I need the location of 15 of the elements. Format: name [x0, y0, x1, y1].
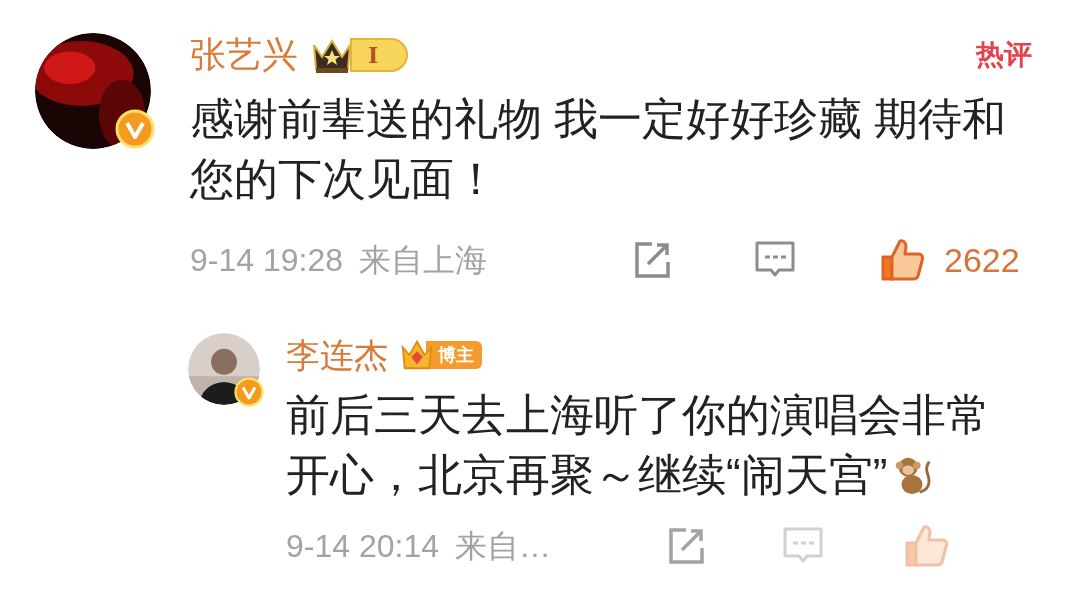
author-name[interactable]: 张艺兴 [190, 37, 298, 73]
thumbs-up-icon[interactable] [880, 237, 926, 283]
reply-text: 前后三天去上海听了你的演唱会非常开心，北京再聚～继续“闹天宫” [286, 389, 991, 501]
hot-comment-label: 热评 [974, 38, 1033, 72]
author-name[interactable]: 李连杰 [286, 338, 388, 372]
thumbs-up-icon[interactable] [904, 523, 950, 569]
like-count: 2622 [944, 239, 1020, 281]
comment-text: 感谢前辈送的礼物 我一定好好珍藏 期待和您的下次见面！ [190, 93, 1008, 205]
share-icon[interactable] [632, 240, 672, 280]
level-badge: I [310, 33, 409, 77]
comment-time: 9-14 19:28 [190, 241, 343, 280]
comment-time: 9-14 20:14 [286, 527, 439, 566]
comment-location: 来自… [455, 527, 551, 566]
share-icon[interactable] [666, 526, 706, 566]
comment-location: 来自上海 [359, 241, 487, 280]
